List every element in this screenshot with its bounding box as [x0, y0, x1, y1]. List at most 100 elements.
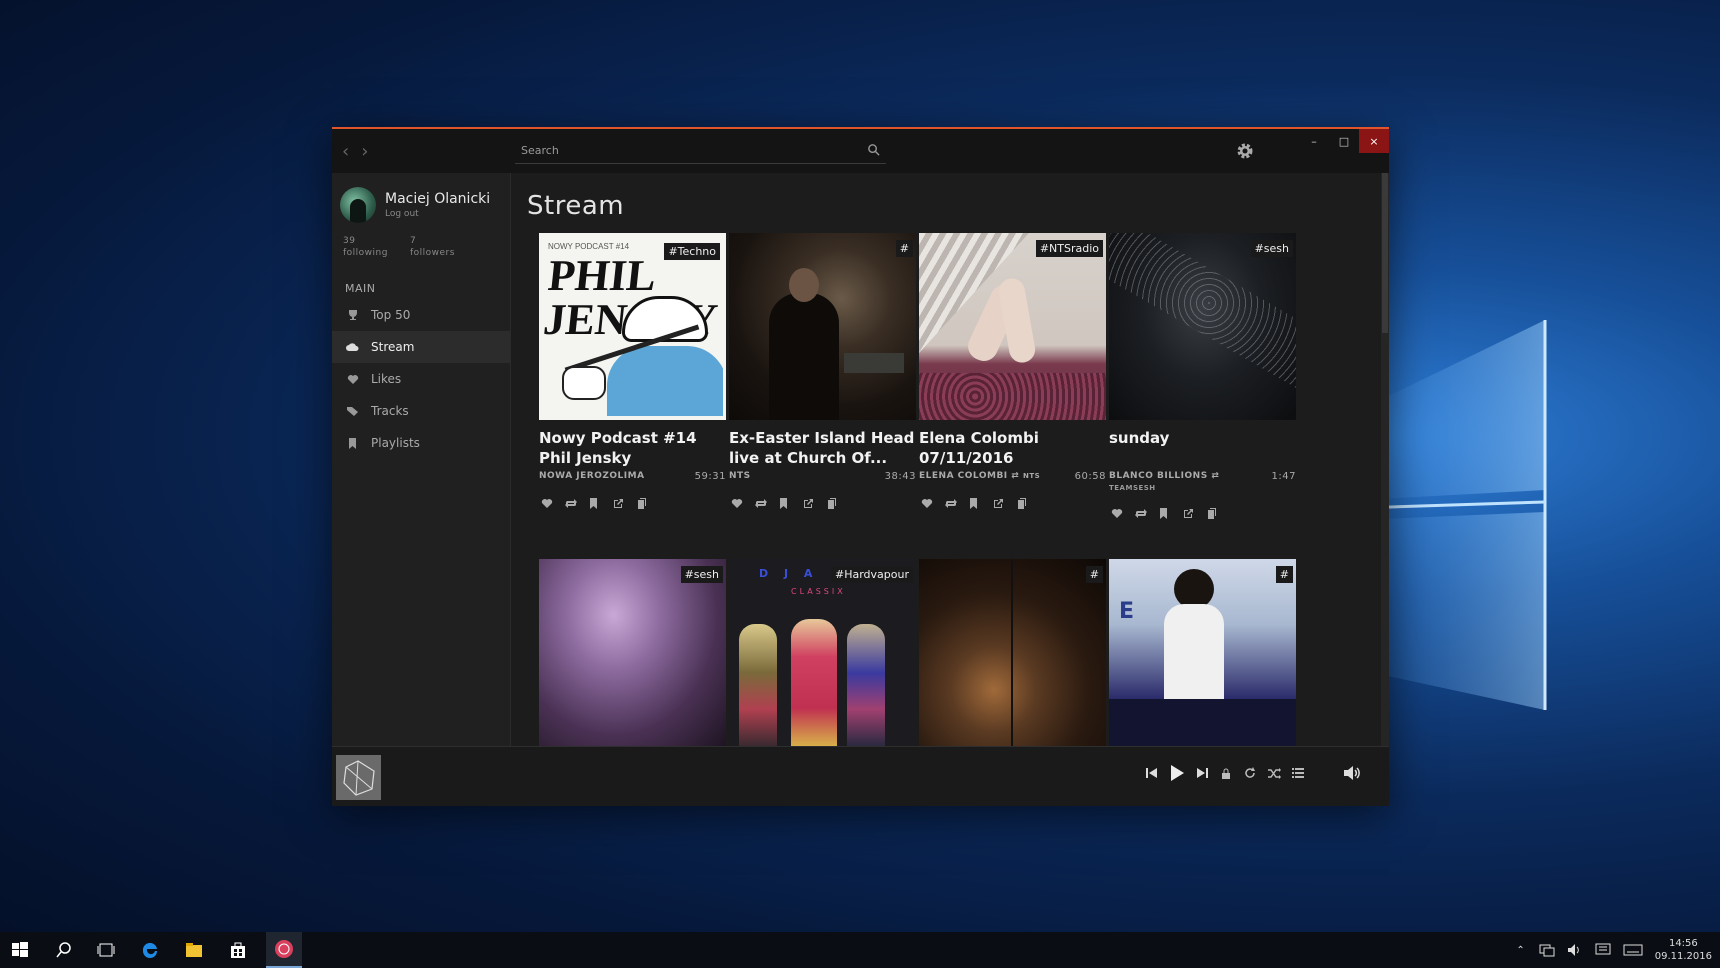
speaker-icon[interactable] — [1567, 943, 1583, 957]
now-playing-artwork[interactable] — [336, 755, 381, 800]
sidebar-item-stream[interactable]: Stream — [332, 331, 510, 363]
clock[interactable]: 14:56 09.11.2016 — [1655, 937, 1712, 963]
play-icon[interactable] — [1169, 765, 1185, 781]
track-title[interactable]: Ex-Easter Island Head live at Church Of.… — [729, 428, 916, 468]
windows-start-icon[interactable] — [10, 940, 30, 960]
track-artist[interactable]: ELENA COLOMBI ⇄ NTS — [919, 471, 1040, 482]
external-link-icon[interactable] — [1183, 504, 1195, 518]
search-icon[interactable] — [867, 143, 880, 156]
task-view-icon[interactable] — [96, 940, 116, 960]
following-stat[interactable]: 39 following — [343, 235, 388, 259]
next-icon[interactable] — [1195, 766, 1209, 780]
copy-icon[interactable] — [1207, 504, 1219, 519]
avatar[interactable] — [340, 187, 376, 223]
bookmark-icon[interactable] — [969, 494, 981, 509]
maximize-button[interactable]: □ — [1329, 129, 1359, 153]
search-icon[interactable] — [54, 940, 74, 960]
track-card[interactable]: # Ex-Easter Island Head live at Church O… — [729, 233, 916, 509]
gear-icon[interactable] — [1235, 141, 1255, 161]
sidebar-item-playlists[interactable]: Playlists — [332, 427, 510, 459]
track-artwork[interactable]: NOWY PODCAST #14 PHIL JENSKY #Techno — [539, 233, 726, 420]
sidebar-item-label: Playlists — [371, 436, 420, 450]
volume-icon[interactable] — [1344, 765, 1362, 781]
genre-tag[interactable]: #Techno — [664, 243, 720, 260]
like-icon[interactable] — [541, 494, 553, 508]
scrollbar-thumb[interactable] — [1382, 173, 1388, 333]
track-title[interactable]: sunday — [1109, 428, 1296, 448]
chevron-up-icon[interactable]: ⌃ — [1516, 945, 1524, 956]
track-card[interactable]: NOWY PODCAST #14 PHIL JENSKY #Techno Now… — [539, 233, 726, 509]
genre-tag[interactable]: # — [1275, 566, 1293, 583]
track-title[interactable]: Nowy Podcast #14 Phil Jensky — [539, 428, 726, 468]
close-button[interactable]: × — [1359, 129, 1389, 153]
sidebar-item-top50[interactable]: Top 50 — [332, 299, 510, 331]
track-artwork[interactable]: D J A CLASSIX #Hardvapour — [729, 559, 916, 746]
back-icon[interactable]: ‹ — [342, 141, 349, 162]
track-artist[interactable]: NTS — [729, 471, 751, 482]
file-explorer-icon[interactable] — [184, 940, 204, 960]
queue-icon[interactable] — [1291, 766, 1305, 780]
track-card[interactable]: #NTSradio Elena Colombi 07/11/2016 ELENA… — [919, 233, 1106, 509]
search-input[interactable] — [515, 140, 857, 161]
track-card[interactable]: # — [919, 559, 1106, 746]
notifications-icon[interactable] — [1595, 943, 1611, 957]
repost-icon[interactable] — [1135, 504, 1147, 518]
like-icon[interactable] — [731, 494, 743, 508]
track-artwork[interactable]: #sesh — [1109, 233, 1296, 420]
sidebar-item-label: Top 50 — [371, 308, 411, 322]
following-count: 39 — [343, 236, 356, 246]
scrollbar[interactable] — [1381, 173, 1389, 746]
repost-icon[interactable] — [945, 494, 957, 508]
copy-icon[interactable] — [827, 494, 839, 509]
taskbar-app-active[interactable] — [266, 932, 302, 968]
reposter-name[interactable]: TEAMSESH — [1109, 484, 1296, 492]
sidebar-item-likes[interactable]: Likes — [332, 363, 510, 395]
track-card[interactable]: #sesh — [539, 559, 726, 746]
copy-icon[interactable] — [637, 494, 649, 509]
track-artwork[interactable]: E A # — [1109, 559, 1296, 746]
track-card[interactable]: D J A CLASSIX #Hardvapour — [729, 559, 916, 746]
track-card[interactable]: #sesh sunday BLANCO BILLIONS ⇄ 1:47 TEAM… — [1109, 233, 1296, 519]
external-link-icon[interactable] — [613, 494, 625, 508]
logout-link[interactable]: Log out — [385, 209, 490, 219]
track-duration: 59:31 — [694, 471, 726, 482]
bookmark-icon — [346, 437, 359, 449]
minimize-button[interactable]: – — [1299, 129, 1329, 153]
external-link-icon[interactable] — [993, 494, 1005, 508]
sidebar-item-tracks[interactable]: Tracks — [332, 395, 510, 427]
track-artwork[interactable]: #sesh — [539, 559, 726, 746]
track-title[interactable]: Elena Colombi 07/11/2016 — [919, 428, 1106, 468]
forward-icon[interactable]: › — [361, 141, 368, 162]
track-artist[interactable]: NOWA JEROZOLIMA — [539, 471, 645, 482]
keyboard-icon[interactable] — [1623, 943, 1643, 957]
track-artwork[interactable]: # — [729, 233, 916, 420]
store-icon[interactable] — [228, 940, 248, 960]
genre-tag[interactable]: #sesh — [680, 566, 723, 583]
followers-stat[interactable]: 7 followers — [410, 235, 455, 259]
bookmark-icon[interactable] — [779, 494, 791, 509]
external-link-icon[interactable] — [803, 494, 815, 508]
previous-icon[interactable] — [1145, 766, 1159, 780]
genre-tag[interactable]: #NTSradio — [1035, 240, 1103, 257]
lock-icon[interactable] — [1219, 766, 1233, 780]
network-icon[interactable] — [1539, 943, 1555, 957]
repeat-icon[interactable] — [1243, 766, 1257, 780]
track-artwork[interactable]: #NTSradio — [919, 233, 1106, 420]
genre-tag[interactable]: #sesh — [1250, 240, 1293, 257]
track-card[interactable]: E A # — [1109, 559, 1296, 746]
repost-icon[interactable] — [755, 494, 767, 508]
track-actions — [539, 494, 726, 509]
edge-icon[interactable] — [140, 940, 160, 960]
like-icon[interactable] — [1111, 504, 1123, 518]
bookmark-icon[interactable] — [1159, 504, 1171, 519]
like-icon[interactable] — [921, 494, 933, 508]
genre-tag[interactable]: #Hardvapour — [831, 566, 913, 583]
genre-tag[interactable]: # — [1085, 566, 1103, 583]
repost-icon[interactable] — [565, 494, 577, 508]
copy-icon[interactable] — [1017, 494, 1029, 509]
track-artist[interactable]: BLANCO BILLIONS ⇄ — [1109, 471, 1219, 482]
shuffle-icon[interactable] — [1267, 766, 1281, 780]
track-artwork[interactable]: # — [919, 559, 1106, 746]
bookmark-icon[interactable] — [589, 494, 601, 509]
genre-tag[interactable]: # — [895, 240, 913, 257]
